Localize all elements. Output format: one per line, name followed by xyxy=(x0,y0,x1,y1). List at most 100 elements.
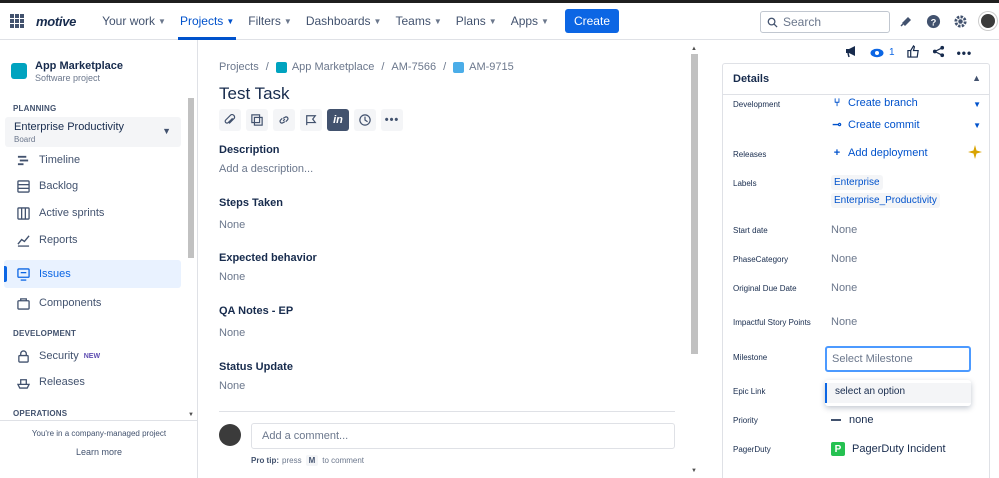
scrollbar-thumb[interactable] xyxy=(188,98,194,258)
label-chip[interactable]: Enterprise xyxy=(831,175,883,190)
original-due-date-value[interactable]: None xyxy=(831,282,857,294)
clock-icon[interactable] xyxy=(354,109,376,131)
ai-sparkle-icon[interactable] xyxy=(967,144,983,163)
scroll-down-arrow-icon[interactable]: ▼ xyxy=(691,468,697,474)
lock-icon xyxy=(16,349,30,363)
board-name: Enterprise Productivity xyxy=(14,121,125,133)
thumbs-up-icon[interactable] xyxy=(906,44,920,61)
nav-plans[interactable]: Plans ▼ xyxy=(450,3,503,40)
sidebar-item-active-sprints[interactable]: Active sprints xyxy=(16,206,104,220)
watch-button[interactable]: 1 xyxy=(870,47,895,58)
app-switcher-icon[interactable] xyxy=(10,14,24,28)
scrollbar-thumb[interactable] xyxy=(691,54,698,354)
description-value[interactable]: Add a description... xyxy=(219,163,313,175)
nav-label: Projects xyxy=(179,14,224,28)
details-heading[interactable]: Details xyxy=(733,73,769,85)
priority-value[interactable]: none xyxy=(831,414,873,426)
start-date-value[interactable]: None xyxy=(831,224,857,236)
issue-title[interactable]: Test Task xyxy=(219,84,290,104)
create-branch-label: Create branch xyxy=(848,97,918,109)
project-header[interactable]: App Marketplace Software project xyxy=(11,60,123,83)
nav-filters[interactable]: Filters ▼ xyxy=(242,3,298,40)
priority-text: none xyxy=(849,414,874,426)
issues-icon xyxy=(16,267,30,281)
impactful-story-points-value[interactable]: None xyxy=(831,316,857,328)
pro-tip-press: press xyxy=(282,456,302,465)
breadcrumb-separator: / xyxy=(381,61,385,73)
nav-teams[interactable]: Teams ▼ xyxy=(389,3,447,40)
notifications-icon[interactable] xyxy=(898,13,914,29)
sidebar-item-timeline[interactable]: Timeline xyxy=(16,153,80,167)
attachment-icon[interactable] xyxy=(219,109,241,131)
nav-dashboards[interactable]: Dashboards ▼ xyxy=(300,3,388,40)
megaphone-icon[interactable] xyxy=(844,44,858,61)
create-branch-link[interactable]: ⑂ Create branch xyxy=(831,97,918,109)
status-update-label: Status Update xyxy=(219,361,293,373)
more-options-icon[interactable]: ••• xyxy=(381,109,403,131)
main-scrollbar[interactable]: ▲ ▼ xyxy=(689,46,699,474)
breadcrumb-projects[interactable]: Projects xyxy=(219,61,259,73)
add-deployment-link[interactable]: + Add deployment xyxy=(831,147,928,159)
sidebar-footer: You're in a company-managed project Lear… xyxy=(0,420,198,457)
sidebar-item-issues[interactable]: Issues xyxy=(4,260,181,288)
sidebar-item-label: Timeline xyxy=(39,154,81,166)
comment-input[interactable]: Add a comment... xyxy=(251,423,675,449)
timeline-icon xyxy=(16,153,30,167)
pro-tip-key: M xyxy=(305,455,319,466)
task-checkbox-icon xyxy=(453,61,465,73)
scroll-up-arrow-icon[interactable]: ▲ xyxy=(691,46,697,52)
status-update-value[interactable]: None xyxy=(219,380,245,392)
pagerduty-value[interactable]: P PagerDuty Incident xyxy=(831,442,946,456)
milestone-select[interactable]: Select Milestone xyxy=(825,346,971,372)
chevron-up-icon[interactable]: ▲ xyxy=(972,73,981,83)
breadcrumb-issue-key[interactable]: AM-9715 xyxy=(469,61,514,73)
link-icon[interactable] xyxy=(273,109,295,131)
sidebar-item-reports[interactable]: Reports xyxy=(16,233,78,247)
create-button[interactable]: Create xyxy=(564,9,619,33)
sidebar-item-releases[interactable]: Releases xyxy=(16,375,85,389)
settings-icon[interactable] xyxy=(952,13,968,29)
nav-your-work[interactable]: Your work ▼ xyxy=(96,3,172,40)
priority-label: Priority xyxy=(733,416,758,425)
qa-notes-value[interactable]: None xyxy=(219,327,245,339)
expected-behavior-value[interactable]: None xyxy=(219,271,245,283)
sidebar-scrollbar[interactable]: ▼ xyxy=(187,98,195,418)
learn-more-link[interactable]: Learn more xyxy=(0,447,198,457)
sidebar-item-backlog[interactable]: Backlog xyxy=(16,179,78,193)
nav-label: Apps xyxy=(510,14,539,28)
sidebar-item-label: Active sprints xyxy=(39,207,105,219)
breadcrumb-project[interactable]: App Marketplace xyxy=(292,61,375,73)
chevron-down-icon[interactable]: ▼ xyxy=(973,121,981,130)
nav-apps[interactable]: Apps ▼ xyxy=(505,3,555,40)
dropdown-option[interactable]: select an option xyxy=(825,383,971,403)
chevron-down-icon: ▼ xyxy=(373,16,382,26)
sidebar-item-components[interactable]: Components xyxy=(16,296,101,310)
profile-avatar[interactable] xyxy=(979,12,997,30)
label-chip[interactable]: Enterprise_Productivity xyxy=(831,193,940,208)
project-type: Software project xyxy=(35,73,101,83)
nav-projects[interactable]: Projects ▼ xyxy=(174,3,240,40)
comment-divider xyxy=(219,411,675,412)
search-input[interactable]: Search xyxy=(760,11,890,33)
invision-icon[interactable]: in xyxy=(327,109,349,131)
flag-comment-icon[interactable] xyxy=(300,109,322,131)
phase-category-value[interactable]: None xyxy=(831,253,857,265)
impactful-story-points-label: Impactful Story Points xyxy=(733,318,811,327)
help-icon[interactable]: ? xyxy=(925,13,941,29)
original-due-date-label: Original Due Date xyxy=(733,284,797,293)
breadcrumb-parent[interactable]: AM-7566 xyxy=(391,61,436,73)
section-planning: PLANNING xyxy=(13,104,57,113)
steps-taken-value[interactable]: None xyxy=(219,219,245,231)
product-logo[interactable]: motive xyxy=(36,14,76,29)
more-options-icon[interactable]: ••• xyxy=(957,46,973,60)
create-commit-link[interactable]: ⊸ Create commit xyxy=(831,118,919,132)
child-issue-icon[interactable] xyxy=(246,109,268,131)
commit-icon: ⊸ xyxy=(832,119,842,131)
scroll-down-arrow-icon[interactable]: ▼ xyxy=(188,412,194,418)
chevron-down-icon[interactable]: ▼ xyxy=(973,100,981,109)
sidebar-item-security[interactable]: Security NEW xyxy=(16,349,100,363)
board-selector[interactable]: Enterprise Productivity Board ▼ xyxy=(5,117,181,147)
breadcrumb: Projects / App Marketplace / AM-7566 / A… xyxy=(219,61,514,73)
nav-label: Dashboards xyxy=(305,14,371,28)
share-icon[interactable] xyxy=(932,45,945,61)
